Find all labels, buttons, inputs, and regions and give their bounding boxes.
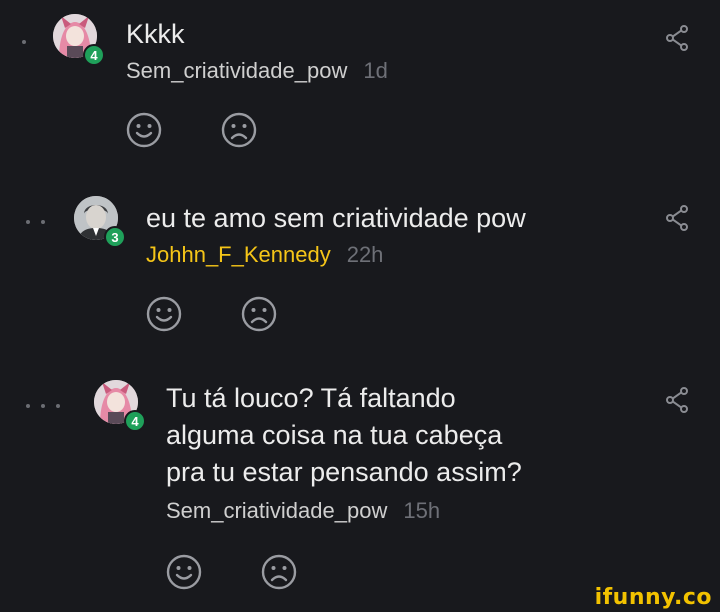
thread-dot xyxy=(26,220,30,224)
thread-dot xyxy=(41,220,45,224)
share-icon[interactable] xyxy=(664,386,690,414)
comment-1: 4 Kkkk Sem_criatividade_pow 1d xyxy=(0,0,720,190)
sad-face-icon[interactable] xyxy=(221,112,257,148)
level-badge: 4 xyxy=(124,410,146,432)
username-link[interactable]: Sem_criatividade_pow xyxy=(126,58,347,84)
thread-depth-dots xyxy=(26,220,45,224)
level-badge: 3 xyxy=(104,226,126,248)
comment-meta: Johhn_F_Kennedy 22h xyxy=(146,242,383,268)
smile-icon[interactable] xyxy=(126,112,162,148)
username-link[interactable]: Johhn_F_Kennedy xyxy=(146,242,331,268)
share-icon[interactable] xyxy=(664,204,690,232)
thread-depth-dots xyxy=(26,404,60,408)
share-icon[interactable] xyxy=(664,24,690,52)
timestamp: 15h xyxy=(403,498,441,523)
thread-dot xyxy=(56,404,60,408)
comment-meta: Sem_criatividade_pow 1d xyxy=(126,58,388,84)
smile-icon[interactable] xyxy=(166,554,202,590)
thread-dot xyxy=(22,40,26,44)
thread-depth-dots xyxy=(22,40,26,44)
sad-face-icon[interactable] xyxy=(241,296,277,332)
comment-meta: Sem_criatividade_pow 15h xyxy=(166,498,440,524)
sad-face-icon[interactable] xyxy=(261,554,297,590)
username-link[interactable]: Sem_criatividade_pow xyxy=(166,498,387,524)
comment-text: Kkkk xyxy=(126,19,185,49)
thread-dot xyxy=(41,404,45,408)
timestamp: 22h xyxy=(346,242,384,267)
timestamp: 1d xyxy=(363,58,388,83)
comment-text: Tu tá louco? Tá faltando alguma coisa na… xyxy=(166,383,522,487)
smile-icon[interactable] xyxy=(146,296,182,332)
ifunny-watermark: ifunny.co xyxy=(594,585,712,610)
comment-2: 3 eu te amo sem criatividade pow Johhn_F… xyxy=(0,190,720,370)
comment-3: 4 Tu tá louco? Tá faltando alguma coisa … xyxy=(0,370,720,612)
thread-dot xyxy=(26,404,30,408)
level-badge: 4 xyxy=(83,44,105,66)
comment-text: eu te amo sem criatividade pow xyxy=(146,203,526,233)
